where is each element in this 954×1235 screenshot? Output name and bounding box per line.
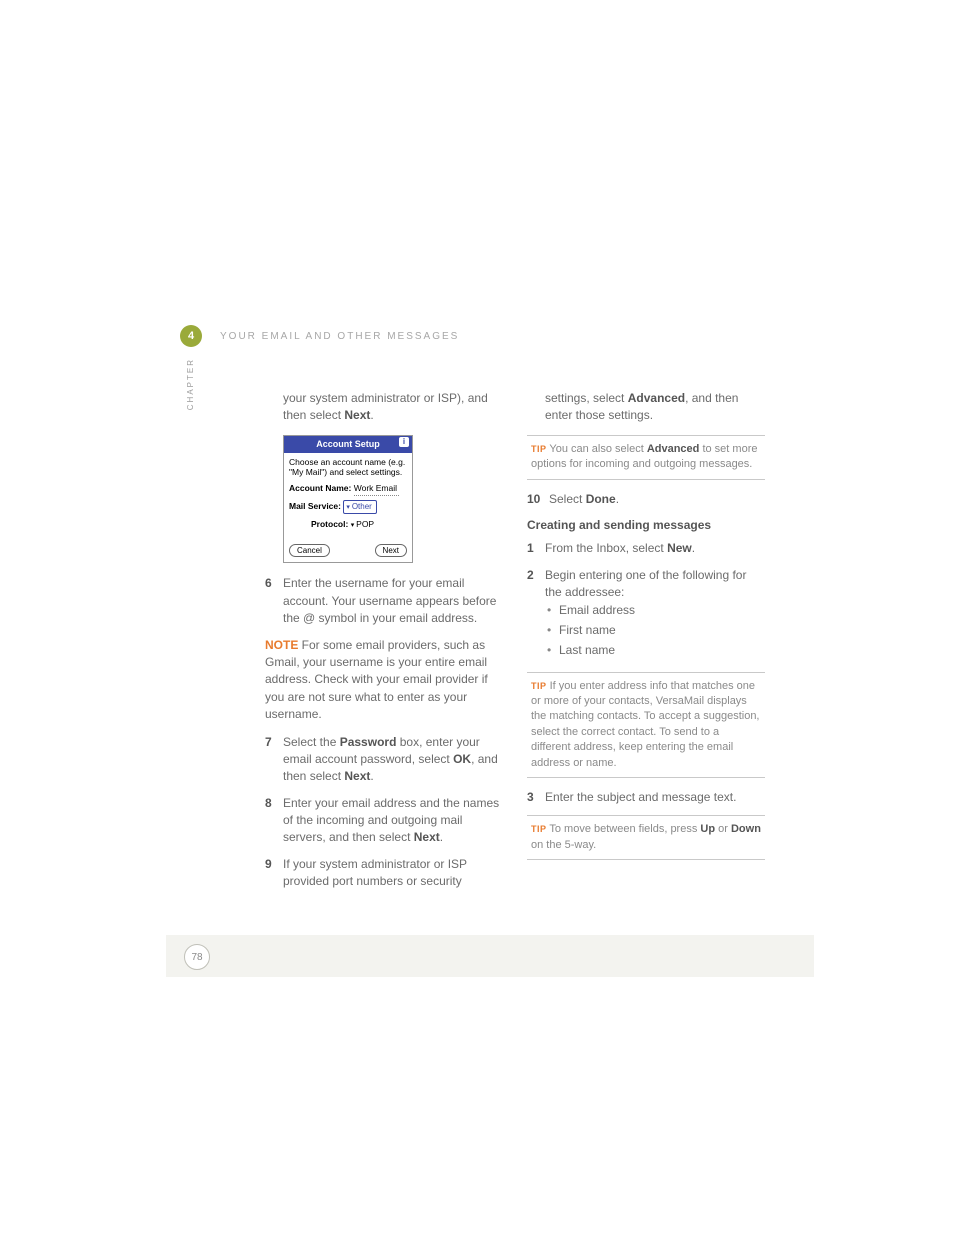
left-column: your system administrator or ISP), and t… — [265, 390, 503, 891]
account-name-field: Work Email — [354, 482, 399, 495]
step-1: 1 From the Inbox, select New. — [527, 540, 765, 557]
info-icon: i — [399, 437, 409, 447]
intro-continuation: your system administrator or ISP), and t… — [283, 390, 503, 425]
bullet-item: Last name — [545, 642, 765, 659]
tip-move-fields: TIP To move between fields, press Up or … — [527, 815, 765, 860]
content-columns: your system administrator or ISP), and t… — [265, 390, 765, 891]
bullet-item: Email address — [545, 602, 765, 619]
step-9-continuation: settings, select Advanced, and then ente… — [545, 390, 765, 425]
step-2: 2 Begin entering one of the following fo… — [527, 567, 765, 663]
note-paragraph: NOTE For some email providers, such as G… — [265, 637, 503, 724]
tip-address-match: TIP If you enter address info that match… — [527, 672, 765, 778]
page-number-badge: 78 — [184, 944, 210, 970]
chapter-number-badge: 4 — [180, 325, 202, 347]
page-header: 4 YOUR EMAIL AND OTHER MESSAGES — [180, 325, 814, 347]
step-3: 3 Enter the subject and message text. — [527, 789, 765, 806]
step-7: 7 Select the Password box, enter your em… — [265, 734, 503, 786]
section-heading: Creating and sending messages — [527, 517, 765, 534]
account-setup-screenshot: Account Setup i Choose an account name (… — [283, 435, 413, 564]
step-6: 6 Enter the username for your email acco… — [265, 575, 503, 627]
note-label: NOTE — [265, 638, 298, 652]
right-column: settings, select Advanced, and then ente… — [527, 390, 765, 891]
account-name-label: Account Name: — [289, 483, 351, 493]
cancel-button: Cancel — [289, 544, 330, 558]
chapter-label-vertical: CHAPTER — [186, 358, 195, 410]
screenshot-titlebar: Account Setup i — [284, 436, 412, 453]
tip-advanced: TIP You can also select Advanced to set … — [527, 435, 765, 480]
screenshot-description: Choose an account name (e.g. "My Mail") … — [289, 457, 407, 477]
protocol-dropdown: POP — [351, 519, 374, 529]
step-9: 9 If your system administrator or ISP pr… — [265, 856, 503, 891]
mail-service-label: Mail Service: — [289, 501, 341, 511]
step-8: 8 Enter your email address and the names… — [265, 795, 503, 847]
footer-bar — [166, 935, 814, 977]
step-10: 10 Select Done. — [527, 491, 765, 508]
protocol-label: Protocol: — [311, 519, 348, 529]
bullet-item: First name — [545, 622, 765, 639]
next-button: Next — [375, 544, 407, 558]
mail-service-dropdown: Other — [343, 500, 376, 514]
header-title: YOUR EMAIL AND OTHER MESSAGES — [220, 331, 459, 342]
